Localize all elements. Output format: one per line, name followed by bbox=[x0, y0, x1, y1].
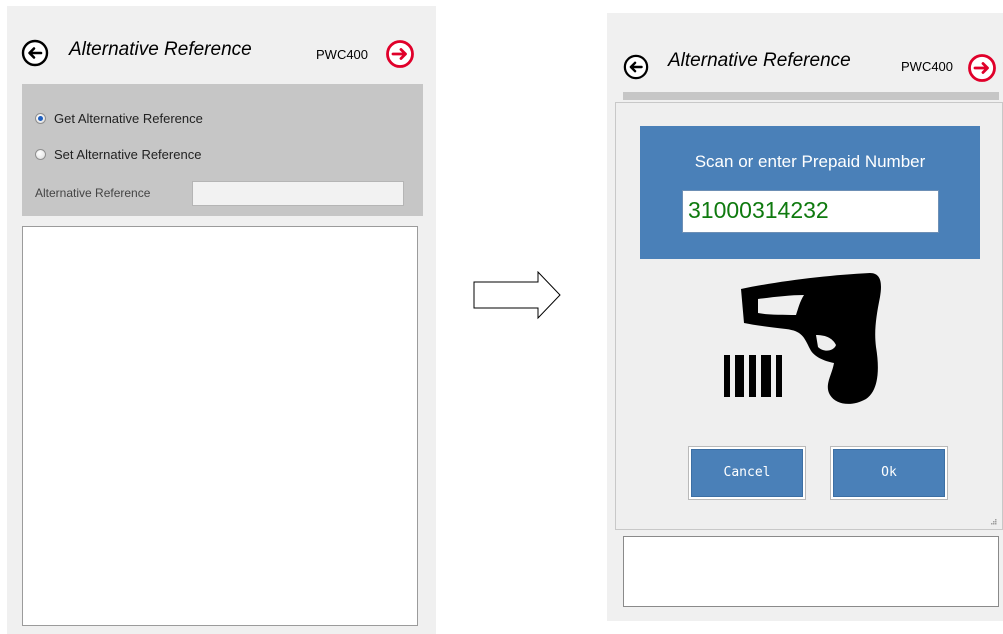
radio-button-checked[interactable] bbox=[35, 112, 46, 124]
barcode-scanner-icon bbox=[724, 273, 881, 404]
back-arrow-icon[interactable] bbox=[623, 54, 649, 80]
prompt-text: Scan or enter Prepaid Number bbox=[694, 152, 926, 171]
resize-grip-icon[interactable] bbox=[991, 519, 997, 525]
radio-button[interactable] bbox=[35, 148, 46, 160]
radio-get-alternative-reference[interactable]: Get Alternative Reference bbox=[35, 109, 203, 127]
screen-code: PWC400 bbox=[901, 59, 954, 74]
right-screen: Alternative Reference PWC400 Scan or ent… bbox=[607, 13, 1003, 621]
alternative-reference-label: Alternative Reference bbox=[35, 186, 151, 200]
radio-label: Set Alternative Reference bbox=[54, 146, 202, 162]
alternative-reference-input[interactable] bbox=[192, 181, 404, 206]
radio-label: Get Alternative Reference bbox=[54, 110, 203, 126]
screen-title: Alternative Reference bbox=[668, 50, 851, 71]
cancel-button[interactable]: Cancel bbox=[688, 446, 806, 500]
prompt-box: Scan or enter Prepaid Number 31000314232 bbox=[640, 126, 980, 259]
right-arrow-outline-icon bbox=[473, 271, 561, 320]
prepaid-scan-dialog: Scan or enter Prepaid Number 31000314232… bbox=[615, 102, 1003, 530]
results-list[interactable] bbox=[623, 536, 999, 607]
radio-set-alternative-reference[interactable]: Set Alternative Reference bbox=[35, 145, 201, 163]
forward-arrow-icon[interactable] bbox=[967, 53, 997, 83]
forward-arrow-icon[interactable] bbox=[385, 39, 415, 69]
back-arrow-icon[interactable] bbox=[21, 39, 49, 67]
results-list[interactable] bbox=[22, 226, 418, 626]
left-screen: Alternative Reference PWC400 Get Alterna… bbox=[7, 6, 436, 634]
options-box-strip bbox=[623, 92, 999, 100]
prepaid-number-input[interactable]: 31000314232 bbox=[682, 190, 939, 233]
ok-button[interactable]: Ok bbox=[830, 446, 948, 500]
options-box: Get Alternative Reference Set Alternativ… bbox=[22, 84, 423, 216]
screen-title: Alternative Reference bbox=[69, 39, 252, 60]
screen-code: PWC400 bbox=[316, 47, 369, 62]
